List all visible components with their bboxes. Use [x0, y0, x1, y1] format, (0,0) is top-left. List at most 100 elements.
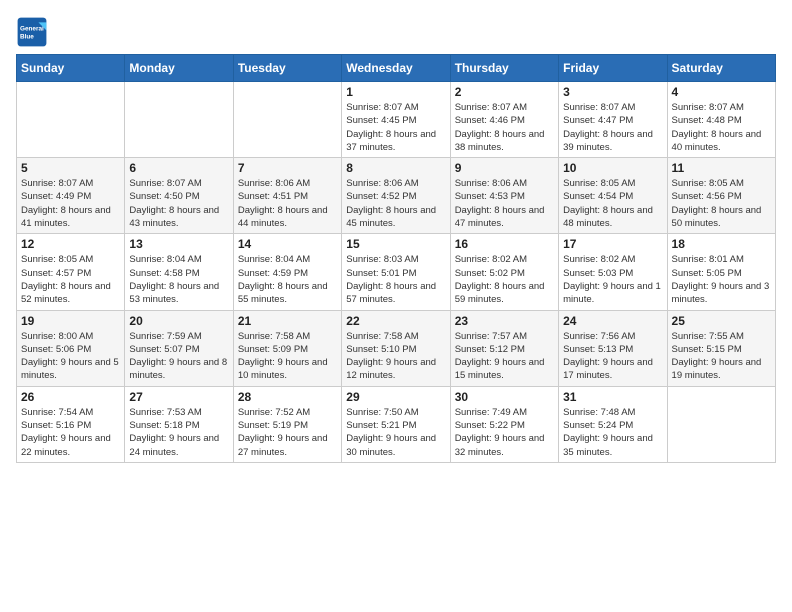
calendar-cell: 10 Sunrise: 8:05 AM Sunset: 4:54 PM Dayli… [559, 158, 667, 234]
day-info: Sunrise: 7:57 AM Sunset: 5:12 PM Dayligh… [455, 330, 554, 383]
day-info: Sunrise: 8:02 AM Sunset: 5:03 PM Dayligh… [563, 253, 662, 306]
day-number: 16 [455, 237, 554, 251]
svg-text:General: General [20, 25, 44, 32]
calendar-week-row: 19Sunrise: 8:00 AM Sunset: 5:06 PM Dayli… [17, 310, 776, 386]
calendar-cell: 31Sunrise: 7:48 AM Sunset: 5:24 PM Dayli… [559, 386, 667, 462]
day-info: Sunrise: 8:06 AM Sunset: 4:52 PM Dayligh… [346, 177, 445, 230]
day-of-week-header: Tuesday [233, 55, 341, 82]
calendar-cell: 5 Sunrise: 8:07 AM Sunset: 4:49 PM Daylig… [17, 158, 125, 234]
day-number: 15 [346, 237, 445, 251]
day-number: 11 [672, 161, 771, 175]
day-info: Sunrise: 8:01 AM Sunset: 5:05 PM Dayligh… [672, 253, 771, 306]
calendar-cell: 2 Sunrise: 8:07 AM Sunset: 4:46 PM Daylig… [450, 82, 558, 158]
calendar-cell: 1 Sunrise: 8:07 AM Sunset: 4:45 PM Daylig… [342, 82, 450, 158]
day-info: Sunrise: 7:58 AM Sunset: 5:09 PM Dayligh… [238, 330, 337, 383]
calendar-cell: 16 Sunrise: 8:02 AM Sunset: 5:02 PM Dayli… [450, 234, 558, 310]
calendar-table: SundayMondayTuesdayWednesdayThursdayFrid… [16, 54, 776, 463]
day-number: 20 [129, 314, 228, 328]
calendar-cell: 18 Sunrise: 8:01 AM Sunset: 5:05 PM Dayli… [667, 234, 775, 310]
day-number: 25 [672, 314, 771, 328]
calendar-header-row: SundayMondayTuesdayWednesdayThursdayFrid… [17, 55, 776, 82]
calendar-week-row: 26 Sunrise: 7:54 AM Sunset: 5:16 PM Dayli… [17, 386, 776, 462]
day-info: Sunrise: 8:07 AM Sunset: 4:48 PM Dayligh… [672, 101, 771, 154]
calendar-cell: 19Sunrise: 8:00 AM Sunset: 5:06 PM Dayli… [17, 310, 125, 386]
day-info: Sunrise: 8:07 AM Sunset: 4:49 PM Dayligh… [21, 177, 120, 230]
day-number: 10 [563, 161, 662, 175]
day-info: Sunrise: 8:05 AM Sunset: 4:57 PM Dayligh… [21, 253, 120, 306]
day-number: 30 [455, 390, 554, 404]
day-number: 18 [672, 237, 771, 251]
day-of-week-header: Thursday [450, 55, 558, 82]
calendar-cell: 25Sunrise: 7:55 AM Sunset: 5:15 PM Dayli… [667, 310, 775, 386]
day-info: Sunrise: 7:54 AM Sunset: 5:16 PM Dayligh… [21, 406, 120, 459]
day-number: 21 [238, 314, 337, 328]
day-of-week-header: Sunday [17, 55, 125, 82]
day-info: Sunrise: 8:06 AM Sunset: 4:53 PM Dayligh… [455, 177, 554, 230]
svg-text:Blue: Blue [20, 33, 34, 40]
day-of-week-header: Friday [559, 55, 667, 82]
day-info: Sunrise: 7:50 AM Sunset: 5:21 PM Dayligh… [346, 406, 445, 459]
day-number: 5 [21, 161, 120, 175]
calendar-week-row: 5 Sunrise: 8:07 AM Sunset: 4:49 PM Daylig… [17, 158, 776, 234]
calendar-cell: 29 Sunrise: 7:50 AM Sunset: 5:21 PM Dayli… [342, 386, 450, 462]
day-info: Sunrise: 8:04 AM Sunset: 4:59 PM Dayligh… [238, 253, 337, 306]
calendar-week-row: 12 Sunrise: 8:05 AM Sunset: 4:57 PM Dayli… [17, 234, 776, 310]
calendar-cell [667, 386, 775, 462]
day-of-week-header: Saturday [667, 55, 775, 82]
calendar-cell: 26 Sunrise: 7:54 AM Sunset: 5:16 PM Dayli… [17, 386, 125, 462]
day-info: Sunrise: 8:07 AM Sunset: 4:50 PM Dayligh… [129, 177, 228, 230]
day-number: 13 [129, 237, 228, 251]
logo-icon: General Blue [16, 16, 48, 48]
calendar-cell [233, 82, 341, 158]
day-number: 26 [21, 390, 120, 404]
calendar-cell: 17 Sunrise: 8:02 AM Sunset: 5:03 PM Dayli… [559, 234, 667, 310]
day-info: Sunrise: 7:56 AM Sunset: 5:13 PM Dayligh… [563, 330, 662, 383]
day-info: Sunrise: 7:49 AM Sunset: 5:22 PM Dayligh… [455, 406, 554, 459]
calendar-cell: 28 Sunrise: 7:52 AM Sunset: 5:19 PM Dayli… [233, 386, 341, 462]
day-number: 8 [346, 161, 445, 175]
calendar-cell [17, 82, 125, 158]
day-info: Sunrise: 7:52 AM Sunset: 5:19 PM Dayligh… [238, 406, 337, 459]
day-number: 28 [238, 390, 337, 404]
day-info: Sunrise: 7:59 AM Sunset: 5:07 PM Dayligh… [129, 330, 228, 383]
calendar-cell: 14 Sunrise: 8:04 AM Sunset: 4:59 PM Dayli… [233, 234, 341, 310]
day-info: Sunrise: 8:02 AM Sunset: 5:02 PM Dayligh… [455, 253, 554, 306]
calendar-cell: 15Sunrise: 8:03 AM Sunset: 5:01 PM Dayli… [342, 234, 450, 310]
day-number: 22 [346, 314, 445, 328]
day-info: Sunrise: 8:07 AM Sunset: 4:47 PM Dayligh… [563, 101, 662, 154]
day-number: 3 [563, 85, 662, 99]
calendar-cell: 30 Sunrise: 7:49 AM Sunset: 5:22 PM Dayli… [450, 386, 558, 462]
calendar-cell: 3 Sunrise: 8:07 AM Sunset: 4:47 PM Daylig… [559, 82, 667, 158]
calendar-cell: 13 Sunrise: 8:04 AM Sunset: 4:58 PM Dayli… [125, 234, 233, 310]
calendar-cell: 23Sunrise: 7:57 AM Sunset: 5:12 PM Dayli… [450, 310, 558, 386]
logo: General Blue [16, 16, 52, 48]
day-number: 14 [238, 237, 337, 251]
calendar-cell: 6 Sunrise: 8:07 AM Sunset: 4:50 PM Daylig… [125, 158, 233, 234]
day-number: 24 [563, 314, 662, 328]
day-number: 17 [563, 237, 662, 251]
day-info: Sunrise: 8:07 AM Sunset: 4:45 PM Dayligh… [346, 101, 445, 154]
day-info: Sunrise: 8:05 AM Sunset: 4:54 PM Dayligh… [563, 177, 662, 230]
day-number: 12 [21, 237, 120, 251]
day-number: 19 [21, 314, 120, 328]
day-number: 2 [455, 85, 554, 99]
day-info: Sunrise: 8:05 AM Sunset: 4:56 PM Dayligh… [672, 177, 771, 230]
day-of-week-header: Wednesday [342, 55, 450, 82]
day-info: Sunrise: 7:58 AM Sunset: 5:10 PM Dayligh… [346, 330, 445, 383]
day-number: 1 [346, 85, 445, 99]
calendar-cell: 7Sunrise: 8:06 AM Sunset: 4:51 PM Daylig… [233, 158, 341, 234]
day-number: 27 [129, 390, 228, 404]
calendar-week-row: 1 Sunrise: 8:07 AM Sunset: 4:45 PM Daylig… [17, 82, 776, 158]
day-number: 6 [129, 161, 228, 175]
calendar-cell: 4Sunrise: 8:07 AM Sunset: 4:48 PM Daylig… [667, 82, 775, 158]
day-number: 29 [346, 390, 445, 404]
day-info: Sunrise: 8:07 AM Sunset: 4:46 PM Dayligh… [455, 101, 554, 154]
day-of-week-header: Monday [125, 55, 233, 82]
calendar-cell: 21 Sunrise: 7:58 AM Sunset: 5:09 PM Dayli… [233, 310, 341, 386]
calendar-cell: 20 Sunrise: 7:59 AM Sunset: 5:07 PM Dayli… [125, 310, 233, 386]
day-info: Sunrise: 7:48 AM Sunset: 5:24 PM Dayligh… [563, 406, 662, 459]
calendar-cell [125, 82, 233, 158]
calendar-cell: 27Sunrise: 7:53 AM Sunset: 5:18 PM Dayli… [125, 386, 233, 462]
day-info: Sunrise: 8:04 AM Sunset: 4:58 PM Dayligh… [129, 253, 228, 306]
day-number: 7 [238, 161, 337, 175]
